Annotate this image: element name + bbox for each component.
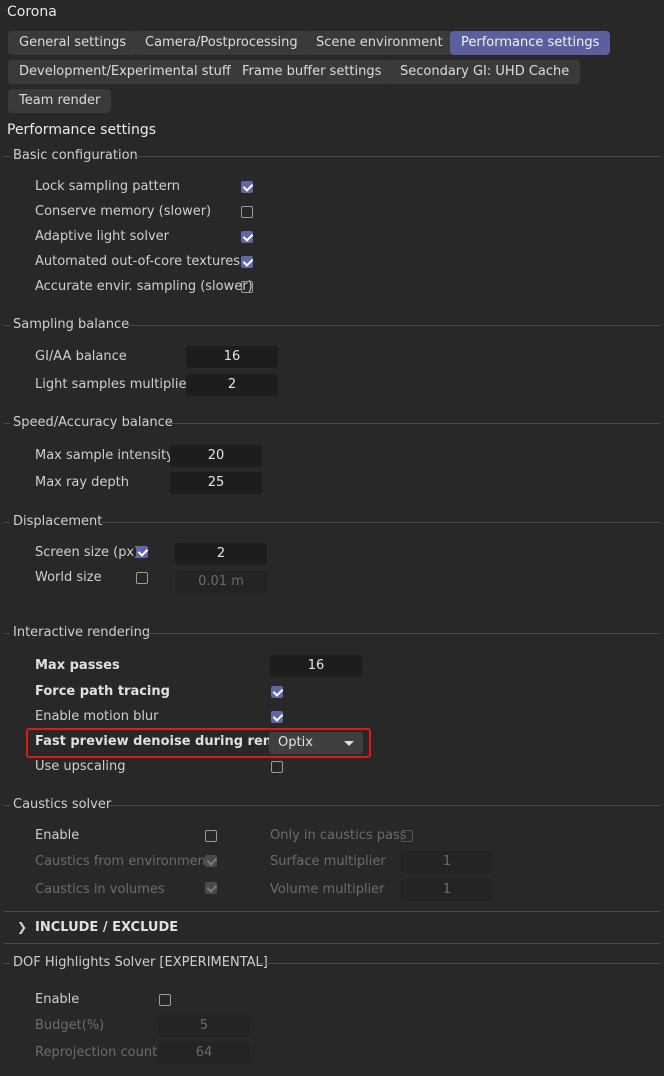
screen-size-label: Screen size (px) <box>35 545 140 560</box>
tab-general-settings[interactable]: General settings <box>8 31 138 55</box>
max-ray-depth-label: Max ray depth <box>35 475 129 490</box>
section-divider <box>258 963 660 964</box>
tab-frame-buffer-settings[interactable]: Frame buffer settings <box>231 60 393 84</box>
gi-aa-balance-field[interactable]: 16 <box>186 346 278 368</box>
upscaling-checkbox[interactable] <box>271 761 283 773</box>
budget-field[interactable]: 5 <box>158 1015 250 1037</box>
tab-performance-settings[interactable]: Performance settings <box>450 31 611 55</box>
section-divider <box>4 423 10 424</box>
adaptive-light-checkbox[interactable] <box>241 231 253 243</box>
caustics-volumes-label: Caustics in volumes <box>35 882 165 897</box>
accurate-envir-checkbox[interactable] <box>241 281 253 293</box>
world-size-label: World size <box>35 570 102 585</box>
tab-scene-environment[interactable]: Scene environment <box>305 31 454 55</box>
section-divider <box>110 805 660 806</box>
light-samples-label: Light samples multiplier <box>35 377 192 392</box>
tab-camera-postprocessing[interactable]: Camera/Postprocessing <box>134 31 309 55</box>
caustics-volumes-checkbox[interactable] <box>205 882 217 894</box>
screen-size-checkbox[interactable] <box>136 546 148 558</box>
only-caustics-pass-checkbox[interactable] <box>401 830 413 842</box>
force-path-tracing-label: Force path tracing <box>35 684 170 699</box>
motion-blur-label: Enable motion blur <box>35 709 159 724</box>
max-sample-intensity-label: Max sample intensity <box>35 448 174 463</box>
lock-sampling-label: Lock sampling pattern <box>35 179 181 194</box>
section-divider <box>146 633 660 634</box>
section-divider <box>4 805 10 806</box>
denoise-dropdown[interactable]: Optix <box>269 732 363 754</box>
world-size-field[interactable]: 0.01 m <box>175 571 267 593</box>
section-divider <box>4 325 10 326</box>
upscaling-label: Use upscaling <box>35 759 126 774</box>
section-title-interactive: Interactive rendering <box>13 625 151 640</box>
section-divider <box>136 156 660 157</box>
gi-aa-balance-label: GI/AA balance <box>35 349 127 364</box>
section-title-displacement: Displacement <box>13 514 103 529</box>
budget-label: Budget(%) <box>35 1018 105 1033</box>
section-divider <box>4 911 660 912</box>
out-of-core-label: Automated out-of-core textures <box>35 254 241 269</box>
denoise-label: Fast preview denoise during render <box>35 734 297 749</box>
section-divider <box>4 963 10 964</box>
include-exclude-toggle[interactable]: INCLUDE / EXCLUDE <box>35 920 178 935</box>
section-divider <box>4 522 10 523</box>
section-divider <box>168 423 660 424</box>
screen-size-field[interactable]: 2 <box>175 543 267 565</box>
surface-multiplier-label: Surface multiplier <box>270 854 386 869</box>
force-path-tracing-checkbox[interactable] <box>271 686 283 698</box>
caustics-env-checkbox[interactable] <box>205 855 217 867</box>
volume-multiplier-field[interactable]: 1 <box>401 879 493 901</box>
dof-enable-checkbox[interactable] <box>159 994 171 1006</box>
adaptive-light-label: Adaptive light solver <box>35 229 169 244</box>
volume-multiplier-label: Volume multiplier <box>270 882 385 897</box>
max-ray-depth-field[interactable]: 25 <box>170 472 262 494</box>
surface-multiplier-field[interactable]: 1 <box>401 851 493 873</box>
caustics-enable-label: Enable <box>35 828 80 843</box>
chevron-right-icon[interactable]: ❯ <box>17 920 27 934</box>
section-title-sampling: Sampling balance <box>13 317 130 332</box>
section-title-basic: Basic configuration <box>13 148 138 163</box>
world-size-checkbox[interactable] <box>136 572 148 584</box>
section-divider <box>4 633 10 634</box>
accurate-envir-label: Accurate envir. sampling (slower) <box>35 279 253 294</box>
motion-blur-checkbox[interactable] <box>271 711 283 723</box>
out-of-core-checkbox[interactable] <box>241 256 253 268</box>
reprojection-count-field[interactable]: 64 <box>158 1042 250 1064</box>
section-divider <box>102 522 660 523</box>
reprojection-count-label: Reprojection count <box>35 1045 158 1060</box>
chevron-down-icon <box>344 741 354 746</box>
max-sample-intensity-field[interactable]: 20 <box>170 445 262 467</box>
window-title: Corona <box>7 4 57 20</box>
conserve-memory-label: Conserve memory (slower) <box>35 204 212 219</box>
caustics-enable-checkbox[interactable] <box>205 830 217 842</box>
tab-secondary-gi-uhd-cache[interactable]: Secondary GI: UHD Cache <box>389 60 581 84</box>
section-title-caustics: Caustics solver <box>13 797 112 812</box>
tab-development-experimental[interactable]: Development/Experimental stuff <box>8 60 242 84</box>
conserve-memory-checkbox[interactable] <box>241 206 253 218</box>
tab-team-render[interactable]: Team render <box>8 89 112 113</box>
denoise-dropdown-value: Optix <box>278 735 313 750</box>
caustics-env-label: Caustics from environment <box>35 854 211 869</box>
lock-sampling-checkbox[interactable] <box>241 181 253 193</box>
only-caustics-pass-label: Only in caustics pass <box>270 828 407 843</box>
section-divider <box>4 156 10 157</box>
section-title-speed: Speed/Accuracy balance <box>13 415 173 430</box>
section-divider <box>128 325 660 326</box>
light-samples-field[interactable]: 2 <box>186 374 278 396</box>
section-divider <box>4 943 660 944</box>
section-title-dof: DOF Highlights Solver [EXPERIMENTAL] <box>13 955 268 970</box>
dof-enable-label: Enable <box>35 992 80 1007</box>
page-title: Performance settings <box>7 122 156 138</box>
max-passes-field[interactable]: 16 <box>270 655 362 677</box>
max-passes-label: Max passes <box>35 658 120 673</box>
